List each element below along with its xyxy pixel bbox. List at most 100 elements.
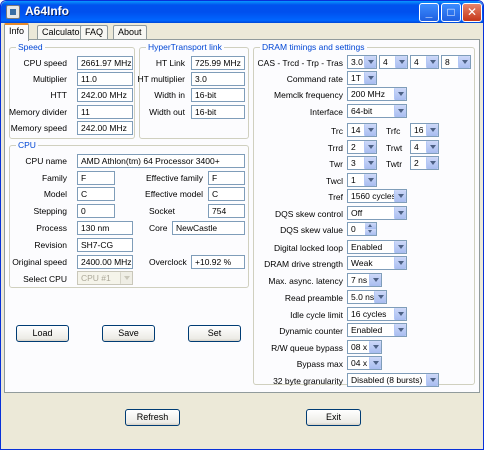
- cpu-group-label: CPU: [16, 140, 38, 150]
- twr-label: Twr: [329, 159, 343, 169]
- family-field[interactable]: F: [77, 171, 115, 185]
- chevron-down-icon: [374, 291, 386, 303]
- chevron-down-icon: [364, 124, 376, 136]
- spin-down-icon[interactable]: [365, 229, 376, 235]
- effective-model-field[interactable]: C: [208, 187, 245, 201]
- core-field[interactable]: NewCastle: [172, 221, 245, 235]
- width-in-field[interactable]: 16-bit: [191, 88, 245, 102]
- app-window: A64Info _ □ ✕ Info Calculator FAQ About …: [0, 0, 484, 450]
- htt-field[interactable]: 242.00 MHz: [77, 88, 133, 102]
- dqs-skew-control-dropdown[interactable]: Off: [347, 206, 407, 220]
- overclock-field[interactable]: +10.92 %: [191, 255, 245, 269]
- dqs-skew-value-spinner[interactable]: 0: [347, 222, 377, 236]
- set-button[interactable]: Set: [188, 325, 241, 342]
- chevron-down-icon: [364, 141, 376, 153]
- twtr-label: Twtr: [386, 159, 403, 169]
- tras-dropdown[interactable]: 8: [441, 55, 471, 69]
- twcl-label: Twcl: [326, 176, 343, 186]
- speed-group-label: Speed: [16, 42, 45, 52]
- interface-label: Interface: [309, 107, 343, 117]
- process-label: Process: [36, 223, 67, 233]
- idle-cycle-limit-value: 16 cycles: [351, 309, 387, 319]
- chevron-down-icon: [364, 56, 376, 68]
- command-rate-dropdown[interactable]: 1T: [347, 71, 377, 85]
- revision-field[interactable]: SH7-CG: [77, 238, 133, 252]
- trrd-value: 2: [351, 142, 356, 152]
- effective-family-label: Effective family: [145, 173, 203, 183]
- twcl-dropdown[interactable]: 1: [347, 173, 377, 187]
- dynamic-counter-dropdown[interactable]: Enabled: [347, 323, 407, 337]
- load-button[interactable]: Load: [16, 325, 69, 342]
- trrd-dropdown[interactable]: 2: [347, 140, 377, 154]
- multiplier-field[interactable]: 11.0: [77, 72, 133, 86]
- trc-value: 14: [351, 125, 361, 135]
- trc-dropdown[interactable]: 14: [347, 123, 377, 137]
- chevron-down-icon: [120, 272, 132, 284]
- trfc-dropdown[interactable]: 16: [410, 123, 439, 137]
- stepping-label: Stepping: [33, 206, 67, 216]
- tab-info[interactable]: Info: [4, 23, 30, 41]
- socket-field[interactable]: 754: [208, 204, 245, 218]
- interface-dropdown[interactable]: 64-bit: [347, 104, 407, 118]
- rw-queue-bypass-label: R/W queue bypass: [271, 343, 343, 353]
- trp-dropdown[interactable]: 4: [410, 55, 439, 69]
- exit-button[interactable]: Exit: [306, 409, 361, 426]
- model-field[interactable]: C: [77, 187, 115, 201]
- close-button[interactable]: ✕: [462, 3, 482, 22]
- twtr-dropdown[interactable]: 2: [410, 156, 439, 170]
- read-preamble-dropdown[interactable]: 5.0 ns: [347, 290, 387, 304]
- chevron-down-icon: [369, 357, 381, 369]
- trwt-value: 4: [414, 142, 419, 152]
- title-bar[interactable]: A64Info _ □ ✕: [1, 1, 483, 23]
- chevron-down-icon: [394, 207, 406, 219]
- max-async-latency-dropdown[interactable]: 7 ns: [347, 273, 382, 287]
- ht-link-field[interactable]: 725.99 MHz: [191, 56, 245, 70]
- rw-queue-bypass-value: 08 x: [351, 342, 368, 352]
- process-field[interactable]: 130 nm: [77, 221, 133, 235]
- tref-value: 1560 cycles: [351, 191, 396, 201]
- htt-label: HTT: [50, 90, 67, 100]
- trcd-dropdown[interactable]: 4: [379, 55, 408, 69]
- cas-value: 3.0: [351, 57, 363, 67]
- width-out-field[interactable]: 16-bit: [191, 105, 245, 119]
- idle-cycle-limit-dropdown[interactable]: 16 cycles: [347, 307, 407, 321]
- rw-queue-bypass-dropdown[interactable]: 08 x: [347, 340, 382, 354]
- chevron-down-icon: [426, 56, 438, 68]
- minimize-button[interactable]: _: [419, 3, 439, 22]
- effective-family-field[interactable]: F: [208, 171, 245, 185]
- granularity-dropdown[interactable]: Disabled (8 bursts): [347, 373, 439, 387]
- dqs-skew-value-value: 0: [351, 224, 356, 234]
- digital-locked-loop-dropdown[interactable]: Enabled: [347, 240, 407, 254]
- memory-divider-field[interactable]: 11: [77, 105, 133, 119]
- tab-faq[interactable]: FAQ: [80, 25, 109, 40]
- tref-dropdown[interactable]: 1560 cycles: [347, 189, 407, 203]
- bypass-max-dropdown[interactable]: 04 x: [347, 356, 382, 370]
- memclk-frequency-label: Memclk frequency: [274, 90, 343, 100]
- memory-speed-field[interactable]: 242.00 MHz: [77, 121, 133, 135]
- ht-multiplier-field[interactable]: 3.0: [191, 72, 245, 86]
- granularity-value: Disabled (8 bursts): [351, 375, 423, 385]
- chevron-down-icon: [364, 174, 376, 186]
- tab-about[interactable]: About: [113, 25, 147, 40]
- save-button[interactable]: Save: [102, 325, 155, 342]
- cpu-name-field[interactable]: AMD Athlon(tm) 64 Processor 3400+: [77, 154, 245, 168]
- twr-dropdown[interactable]: 3: [347, 156, 377, 170]
- maximize-button[interactable]: □: [441, 3, 461, 22]
- window-title: A64Info: [25, 4, 70, 18]
- dram-drive-strength-dropdown[interactable]: Weak: [347, 256, 407, 270]
- command-rate-value: 1T: [351, 73, 361, 83]
- refresh-button[interactable]: Refresh: [125, 409, 180, 426]
- chevron-down-icon: [364, 72, 376, 84]
- trwt-dropdown[interactable]: 4: [410, 140, 439, 154]
- cpu-speed-field[interactable]: 2661.97 MHz: [77, 56, 133, 70]
- original-speed-field[interactable]: 2400.00 MHz: [77, 255, 133, 269]
- chevron-down-icon: [426, 374, 438, 386]
- select-cpu-dropdown: CPU #1: [77, 271, 133, 285]
- read-preamble-label: Read preamble: [284, 293, 343, 303]
- cas-dropdown[interactable]: 3.0: [347, 55, 377, 69]
- memclk-frequency-dropdown[interactable]: 200 MHz: [347, 87, 407, 101]
- chevron-down-icon: [394, 324, 406, 336]
- granularity-label: 32 byte granularity: [273, 376, 343, 386]
- stepping-field[interactable]: 0: [77, 204, 115, 218]
- multiplier-label: Multiplier: [32, 74, 67, 84]
